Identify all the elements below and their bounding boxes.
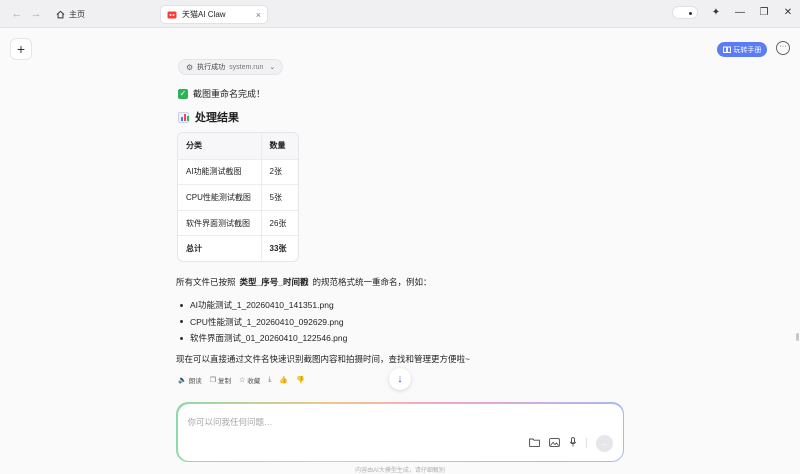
completion-line: ✓ 截图重命名完成！ — [178, 87, 265, 100]
table-row: AI功能测试截图 2张 — [178, 158, 298, 185]
folder-icon[interactable] — [528, 438, 540, 449]
favorite-button[interactable]: ☆ 收藏 — [239, 375, 260, 385]
microphone-icon[interactable] — [569, 437, 577, 449]
row-category: CPU性能测试截图 — [178, 185, 262, 210]
closing-text: 现在可以直接通过文件名快速识别截图内容和拍摄时间，查找和管理更方便啦~ — [176, 354, 470, 364]
chevron-down-icon: ⌄ — [269, 64, 276, 71]
forward-icon[interactable]: → — [29, 7, 43, 21]
copy-label: 复制 — [218, 378, 231, 385]
thumbs-up-icon: 👍 — [279, 377, 289, 384]
image-icon[interactable] — [548, 437, 560, 449]
para-prefix: 所有文件已按照 — [176, 277, 236, 287]
chat-input-placeholder: 你可以问我任何问题… — [187, 416, 273, 427]
section-title: 处理结果 — [195, 112, 239, 124]
arrow-right-icon: → — [599, 437, 609, 448]
restore-icon[interactable]: ❐ — [758, 7, 770, 19]
profile-switcher[interactable] — [672, 6, 698, 19]
tool-status-text: 执行成功 — [197, 64, 226, 71]
naming-description: 所有文件已按照 类型_序号_时间戳 的规范格式统一重命名，例如： — [176, 276, 432, 288]
header-category: 分类 — [178, 133, 262, 159]
total-label: 总计 — [178, 236, 262, 261]
bar-chart-icon — [178, 111, 189, 123]
message-actions: 🔈 朗读 ❐ 复制 ☆ 收藏 ⤓ 👍 👎 — [178, 375, 305, 385]
scroll-to-bottom-button[interactable]: ↓ — [389, 368, 411, 390]
tool-command: system.run — [229, 63, 264, 71]
copy-icon: ❐ — [209, 377, 216, 384]
home-tab[interactable]: 主页 — [56, 6, 85, 22]
send-button[interactable]: → — [595, 434, 613, 452]
table-total-row: 总计 33张 — [178, 235, 298, 261]
list-item: 软件界面测试_01_20260410_122546.png — [180, 330, 347, 347]
tab-label: 天猫AI Claw — [182, 10, 226, 19]
manual-label: 玩转手册 — [733, 46, 762, 54]
speaker-icon: 🔈 — [178, 377, 187, 384]
table-header-row: 分类 数量 — [178, 133, 298, 159]
divider — [585, 438, 587, 448]
home-tab-label: 主页 — [69, 9, 85, 19]
row-category: 软件界面测试截图 — [178, 210, 262, 236]
arrow-down-icon: ↓ — [397, 373, 403, 385]
row-count: 5张 — [269, 192, 282, 202]
example-file-list: AI功能测试_1_20260410_141351.png CPU性能测试_1_2… — [180, 297, 347, 347]
thumbs-down-button[interactable]: 👎 — [296, 376, 305, 384]
thumbs-down-icon: 👎 — [296, 377, 305, 384]
tab-tmall-ai-claw[interactable]: 天猫AI Claw × — [160, 5, 268, 24]
list-item: CPU性能测试_1_20260410_092629.png — [180, 314, 347, 331]
chat-input-container: 你可以问我任何问题… → — [176, 402, 624, 462]
completion-text: 截图重命名完成！ — [193, 89, 266, 99]
table-row: CPU性能测试截图 5张 — [178, 184, 298, 210]
download-button[interactable]: ⤓ — [268, 376, 271, 384]
result-table: 分类 数量 AI功能测试截图 2张 CPU性能测试截图 5张 软件界面测试截图 … — [177, 132, 299, 262]
title-bar: ← → 主页 天猫AI Claw × ✦ — ❐ ✕ — [0, 0, 800, 28]
tool-status-chip[interactable]: ⚙ 执行成功 system.run ⌄ — [178, 59, 284, 75]
manual-button[interactable]: 玩转手册 — [717, 42, 767, 57]
read-aloud-button[interactable]: 🔈 朗读 — [178, 375, 202, 385]
window-controls: ✦ — ❐ ✕ — [672, 6, 794, 19]
favorite-label: 收藏 — [247, 378, 261, 385]
section-heading: 处理结果 — [178, 109, 239, 125]
input-toolbar: → — [528, 434, 613, 452]
minimize-icon[interactable]: — — [734, 7, 746, 19]
row-count: 26张 — [269, 218, 287, 228]
gear-icon: ⚙ — [186, 62, 194, 72]
para-suffix: 的规范格式统一重命名，例如： — [312, 277, 432, 287]
scrollbar-thumb[interactable] — [796, 333, 799, 341]
row-category: AI功能测试截图 — [178, 159, 262, 185]
close-window-icon[interactable]: ✕ — [782, 7, 794, 19]
thumbs-up-button[interactable]: 👍 — [279, 376, 288, 384]
favorite-icon: ☆ — [239, 377, 246, 384]
total-count: 33张 — [269, 244, 287, 254]
tmall-logo-icon — [167, 11, 177, 18]
back-icon[interactable]: ← — [10, 7, 24, 21]
home-icon — [56, 10, 65, 18]
header-count: 数量 — [269, 141, 286, 151]
more-options-icon[interactable]: ··· — [776, 41, 790, 55]
table-row: 软件界面测试截图 26张 — [178, 209, 298, 236]
chat-input[interactable]: 你可以问我任何问题… → — [177, 403, 623, 461]
row-count: 2张 — [269, 167, 282, 177]
naming-format: 类型_序号_时间戳 — [239, 277, 309, 287]
ai-disclaimer: 内容由AI大模型生成，请仔细甄别 — [355, 468, 445, 474]
download-icon: ⤓ — [268, 376, 272, 383]
pin-icon[interactable]: ✦ — [710, 7, 722, 19]
book-icon — [722, 46, 731, 53]
new-chat-button[interactable]: + — [10, 38, 32, 60]
main-content: + 玩转手册 ··· ⚙ 执行成功 system.run ⌄ ✓ 截图重命名完成… — [0, 28, 800, 474]
copy-button[interactable]: ❐ 复制 — [210, 375, 231, 385]
checkmark-icon: ✓ — [178, 88, 188, 99]
list-item: AI功能测试_1_20260410_141351.png — [180, 297, 347, 314]
read-label: 朗读 — [188, 378, 202, 385]
tab-close-icon[interactable]: × — [256, 10, 261, 20]
